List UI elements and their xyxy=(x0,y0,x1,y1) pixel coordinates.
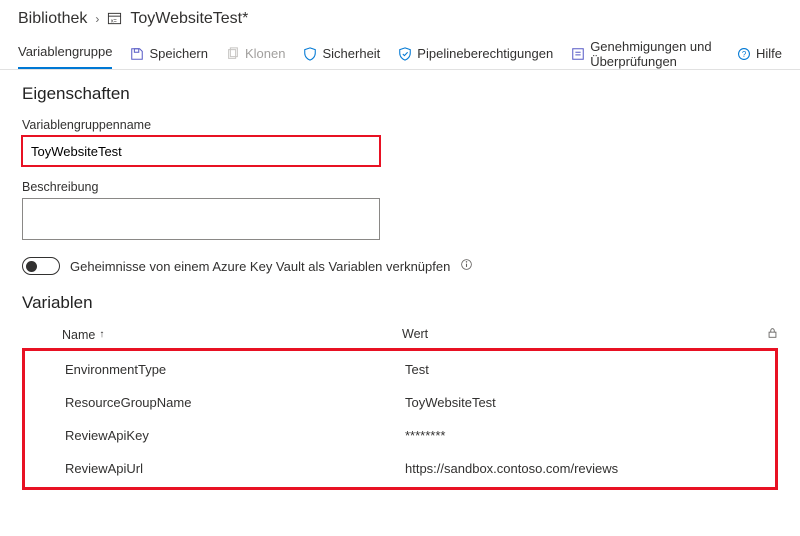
toggle-knob xyxy=(26,261,37,272)
var-name: EnvironmentType xyxy=(65,362,405,377)
header-value-label: Wert xyxy=(402,327,428,341)
var-name: ResourceGroupName xyxy=(65,395,405,410)
approvals-checks-label: Genehmigungen und Überprüfungen xyxy=(590,39,719,69)
variables-body: EnvironmentType Test ResourceGroupName T… xyxy=(22,348,778,490)
content-area: Eigenschaften Variablengruppenname Besch… xyxy=(0,70,800,504)
tab-variable-group[interactable]: Variablengruppe xyxy=(18,38,112,69)
variable-group-icon: x= xyxy=(107,10,122,28)
clone-button: Klonen xyxy=(226,42,285,65)
help-icon: ? xyxy=(737,47,751,61)
var-value: https://sandbox.contoso.com/reviews xyxy=(405,461,775,476)
info-icon[interactable] xyxy=(460,258,473,274)
variables-heading: Variablen xyxy=(22,293,778,313)
var-value: ******** xyxy=(405,428,775,443)
name-input[interactable] xyxy=(22,136,380,166)
lock-icon xyxy=(767,328,778,342)
header-lock-col xyxy=(748,327,778,342)
name-label: Variablengruppenname xyxy=(22,118,778,132)
keyvault-toggle-label: Geheimnisse von einem Azure Key Vault al… xyxy=(70,259,450,274)
breadcrumb-library[interactable]: Bibliothek xyxy=(18,10,87,28)
svg-text:x=: x= xyxy=(111,19,117,25)
help-label: Hilfe xyxy=(756,46,782,61)
table-row[interactable]: EnvironmentType Test xyxy=(25,353,775,386)
header-name-col[interactable]: Name ↑ xyxy=(62,327,402,342)
security-label: Sicherheit xyxy=(322,46,380,61)
var-value: ToyWebsiteTest xyxy=(405,395,775,410)
header-name-label: Name xyxy=(62,328,95,342)
checklist-icon xyxy=(571,47,585,61)
table-row[interactable]: ReviewApiKey ******** xyxy=(25,419,775,452)
keyvault-toggle-row: Geheimnisse von einem Azure Key Vault al… xyxy=(22,257,778,275)
var-value: Test xyxy=(405,362,775,377)
breadcrumb-separator: › xyxy=(95,12,99,26)
name-field: Variablengruppenname xyxy=(22,118,778,166)
security-button[interactable]: Sicherheit xyxy=(303,42,380,65)
table-row[interactable]: ResourceGroupName ToyWebsiteTest xyxy=(25,386,775,419)
description-field: Beschreibung xyxy=(22,180,778,243)
description-input[interactable] xyxy=(22,198,380,240)
clone-icon xyxy=(226,47,240,61)
breadcrumb-title: ToyWebsiteTest* xyxy=(130,10,248,28)
breadcrumb: Bibliothek › x= ToyWebsiteTest* xyxy=(0,0,800,34)
sort-ascending-icon: ↑ xyxy=(99,329,104,340)
clone-label: Klonen xyxy=(245,46,285,61)
shield-check-icon xyxy=(398,47,412,61)
toolbar: Variablengruppe Speichern Klonen Sicherh… xyxy=(0,34,800,70)
save-label: Speichern xyxy=(149,46,208,61)
help-button[interactable]: ? Hilfe xyxy=(737,42,782,65)
var-name: ReviewApiUrl xyxy=(65,461,405,476)
header-value-col[interactable]: Wert xyxy=(402,327,748,342)
approvals-checks-button[interactable]: Genehmigungen und Überprüfungen xyxy=(571,35,719,73)
save-icon xyxy=(130,47,144,61)
svg-text:?: ? xyxy=(742,50,747,59)
description-label: Beschreibung xyxy=(22,180,778,194)
pipeline-permissions-label: Pipelineberechtigungen xyxy=(417,46,553,61)
variables-table: Name ↑ Wert EnvironmentType Test Resourc… xyxy=(22,323,778,490)
var-name: ReviewApiKey xyxy=(65,428,405,443)
shield-icon xyxy=(303,47,317,61)
pipeline-permissions-button[interactable]: Pipelineberechtigungen xyxy=(398,42,553,65)
keyvault-toggle[interactable] xyxy=(22,257,60,275)
save-button[interactable]: Speichern xyxy=(130,42,208,65)
variables-header-row: Name ↑ Wert xyxy=(22,323,778,348)
properties-heading: Eigenschaften xyxy=(22,84,778,104)
table-row[interactable]: ReviewApiUrl https://sandbox.contoso.com… xyxy=(25,452,775,485)
